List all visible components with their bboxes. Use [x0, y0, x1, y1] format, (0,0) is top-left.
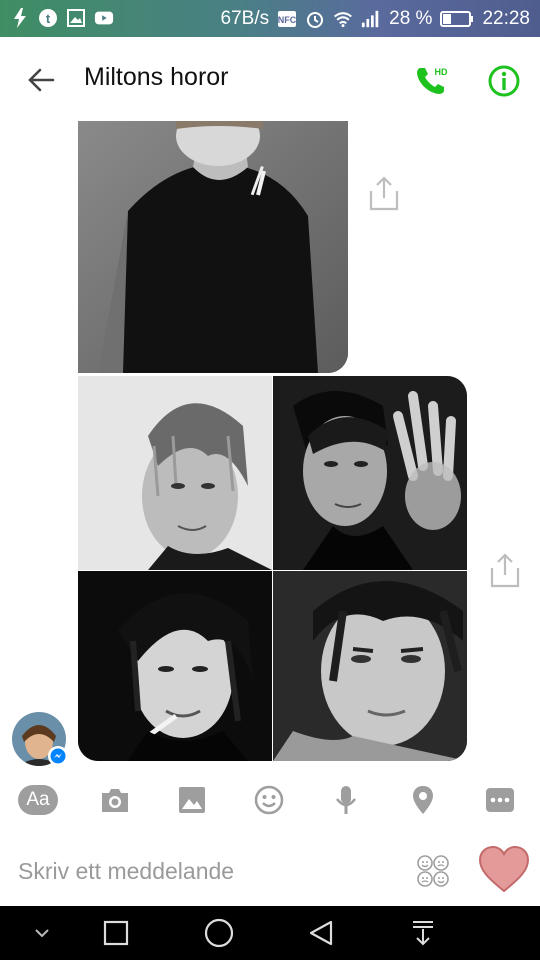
- photo-messy-hair[interactable]: [78, 376, 272, 570]
- svg-text:t: t: [46, 11, 51, 26]
- tumblr-icon: t: [38, 8, 58, 28]
- text-format-button[interactable]: Aa: [18, 780, 58, 820]
- image-icon: [179, 787, 205, 813]
- message-composer: [0, 830, 540, 906]
- wifi-icon: [333, 9, 353, 29]
- emoji-button[interactable]: [249, 780, 289, 820]
- like-button[interactable]: [478, 844, 530, 896]
- call-button[interactable]: HD: [414, 63, 450, 99]
- nfc-icon: NFC: [277, 9, 297, 29]
- battery-percent: 28 %: [389, 8, 433, 29]
- signal-icon: [361, 9, 381, 29]
- system-nav-bar: [0, 906, 540, 960]
- message-list[interactable]: [0, 121, 540, 766]
- recents-button[interactable]: [101, 918, 131, 948]
- photo-intense-stare[interactable]: [273, 571, 467, 761]
- location-icon: [413, 786, 433, 814]
- location-button[interactable]: [403, 780, 443, 820]
- clock: 22:28: [482, 8, 530, 29]
- gallery-button[interactable]: [172, 780, 212, 820]
- hide-keyboard-button[interactable]: [27, 918, 57, 948]
- youtube-icon: [94, 8, 114, 28]
- hide-keyboard-icon: [35, 929, 49, 938]
- conversation-header: Miltons horor HD: [0, 37, 540, 122]
- camera-button[interactable]: [95, 780, 135, 820]
- aa-label: Aa: [18, 785, 58, 815]
- network-speed: 67B/s: [220, 8, 270, 29]
- messenger-badge-icon: [48, 746, 68, 766]
- recents-icon: [103, 920, 129, 946]
- voice-button[interactable]: [326, 780, 366, 820]
- flash-icon: [10, 8, 30, 28]
- message-input[interactable]: [16, 848, 400, 894]
- share-button[interactable]: [488, 553, 522, 589]
- notifications-pull-button[interactable]: [408, 918, 438, 948]
- back-triangle-icon: [309, 920, 333, 946]
- heart-icon: [478, 845, 530, 893]
- back-button[interactable]: [24, 63, 58, 97]
- composer-toolbar: Aa: [0, 772, 540, 824]
- emoji-icon: [254, 785, 284, 815]
- share-icon: [490, 553, 520, 588]
- more-button[interactable]: [480, 780, 520, 820]
- stickers-button[interactable]: [416, 854, 450, 888]
- stickers-icon: [417, 855, 449, 887]
- home-button[interactable]: [204, 918, 234, 948]
- camera-icon: [102, 789, 128, 812]
- alarm-icon: [305, 9, 325, 29]
- info-icon: [488, 65, 520, 97]
- info-button[interactable]: [486, 63, 522, 99]
- share-icon: [369, 176, 399, 211]
- photo-smoking-tshirt[interactable]: [78, 121, 348, 373]
- hd-phone-icon: HD: [417, 67, 448, 94]
- conversation-title[interactable]: Miltons horor: [84, 63, 229, 92]
- back-nav-button[interactable]: [306, 918, 336, 948]
- notifications-pull-icon: [413, 921, 433, 946]
- photo-cigarette-closeup[interactable]: [78, 571, 272, 761]
- photo-hand-raised[interactable]: [273, 376, 467, 570]
- battery-icon: [440, 9, 474, 29]
- arrow-left-icon: [28, 68, 55, 92]
- svg-text:NFC: NFC: [278, 15, 297, 25]
- home-icon: [204, 918, 234, 948]
- status-bar: t 67B/s NFC 28 % 22:28: [0, 0, 540, 37]
- svg-text:HD: HD: [435, 67, 448, 77]
- microphone-icon: [336, 786, 356, 814]
- share-button[interactable]: [367, 176, 401, 212]
- gallery-icon: [66, 8, 86, 28]
- more-icon: [486, 788, 514, 812]
